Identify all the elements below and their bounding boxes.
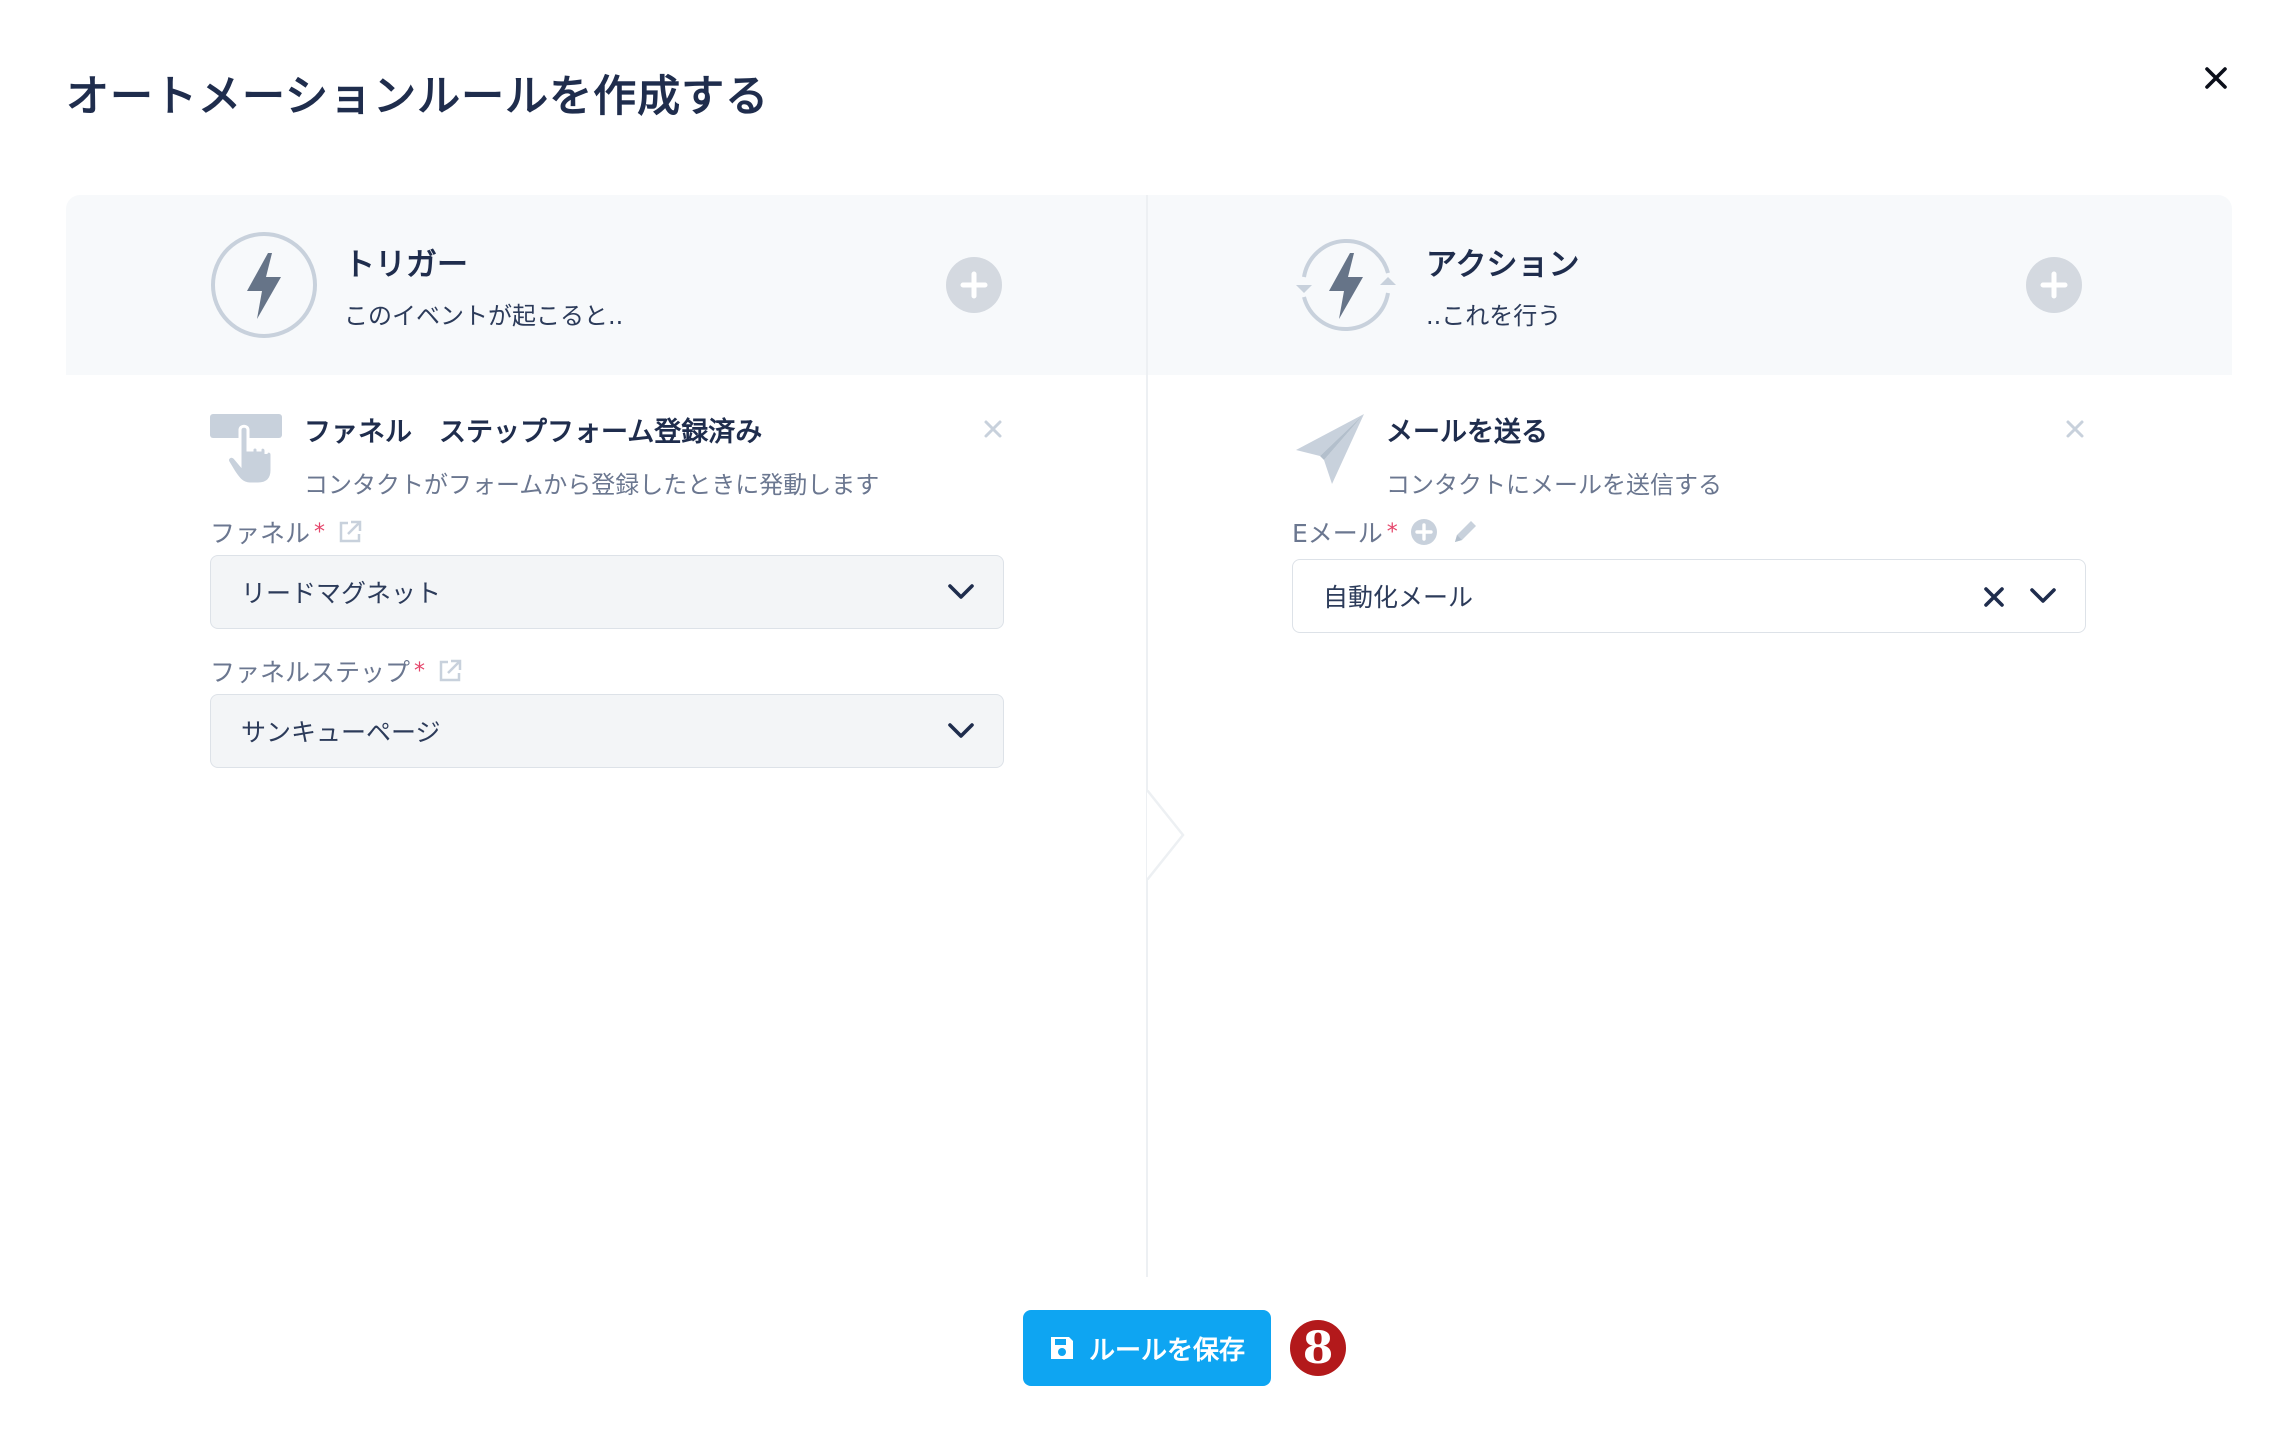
lightning-bolt-cycle-icon	[1292, 231, 1400, 339]
required-mark: *	[1386, 519, 1398, 545]
trigger-title: トリガー	[344, 247, 468, 283]
remove-trigger-button[interactable]	[980, 416, 1006, 442]
required-mark: *	[414, 658, 426, 684]
email-select[interactable]: 自動化メール	[1292, 559, 2086, 633]
email-select-value: 自動化メール	[1323, 583, 1474, 612]
external-link-icon[interactable]	[337, 519, 363, 545]
required-mark: *	[314, 519, 326, 545]
step-number-badge: 8	[1290, 1320, 1346, 1376]
close-icon	[2205, 67, 2227, 89]
column-divider	[1146, 195, 1148, 1277]
plus-circle-icon[interactable]	[1410, 518, 1438, 546]
funnel-label: ファネル *	[210, 514, 363, 550]
trigger-header: トリガー このイベントが起こると..	[210, 231, 623, 339]
action-title: アクション	[1426, 247, 1580, 283]
close-dialog-button[interactable]	[2196, 58, 2236, 98]
action-item-description: コンタクトにメールを送信する	[1386, 471, 1722, 499]
chevron-down-icon	[948, 584, 974, 599]
add-trigger-button[interactable]	[946, 257, 1002, 313]
clear-selection-icon[interactable]	[1983, 586, 2005, 608]
action-item: メールを送る コンタクトにメールを送信する	[1292, 410, 1722, 500]
trigger-subtitle: このイベントが起こると..	[344, 302, 624, 330]
save-rule-label: ルールを保存	[1088, 1335, 1245, 1366]
funnel-step-select[interactable]: サンキューページ	[210, 694, 1004, 768]
email-label: Eメール *	[1292, 514, 1480, 550]
chevron-down-icon	[948, 723, 974, 738]
flow-arrow-notch	[1147, 790, 1185, 880]
save-rule-button[interactable]: ルールを保存	[1023, 1310, 1271, 1386]
trigger-item: ファネル ステップフォーム登録済み コンタクトがフォームから登録したときに発動し…	[210, 410, 879, 500]
pointer-hand-icon	[210, 410, 286, 486]
funnel-step-select-value: サンキューページ	[241, 718, 441, 747]
funnel-label-text: ファネル	[210, 519, 311, 548]
funnel-step-label: ファネルステップ *	[210, 653, 463, 689]
plus-icon	[960, 271, 988, 299]
email-label-text: Eメール	[1292, 519, 1383, 548]
remove-action-button[interactable]	[2062, 416, 2088, 442]
funnel-step-label-text: ファネルステップ	[210, 658, 411, 687]
floppy-disk-icon	[1049, 1335, 1075, 1361]
trigger-item-title: ファネル ステップフォーム登録済み	[304, 417, 763, 448]
paper-plane-icon	[1292, 410, 1368, 486]
action-header: アクション ..これを行う	[1292, 231, 1579, 339]
add-action-button[interactable]	[2026, 257, 2082, 313]
trigger-item-description: コンタクトがフォームから登録したときに発動します	[304, 471, 880, 499]
funnel-select-value: リードマグネット	[241, 579, 442, 608]
chevron-down-icon	[2030, 588, 2056, 603]
funnel-select[interactable]: リードマグネット	[210, 555, 1004, 629]
close-icon	[984, 420, 1002, 438]
external-link-icon[interactable]	[437, 658, 463, 684]
action-subtitle: ..これを行う	[1426, 302, 1562, 330]
pencil-icon[interactable]	[1450, 517, 1480, 547]
page-title: オートメーションルールを作成する	[66, 72, 770, 122]
close-icon	[2066, 420, 2084, 438]
lightning-bolt-icon	[210, 231, 318, 339]
plus-icon	[2040, 271, 2068, 299]
action-item-title: メールを送る	[1386, 417, 1548, 448]
